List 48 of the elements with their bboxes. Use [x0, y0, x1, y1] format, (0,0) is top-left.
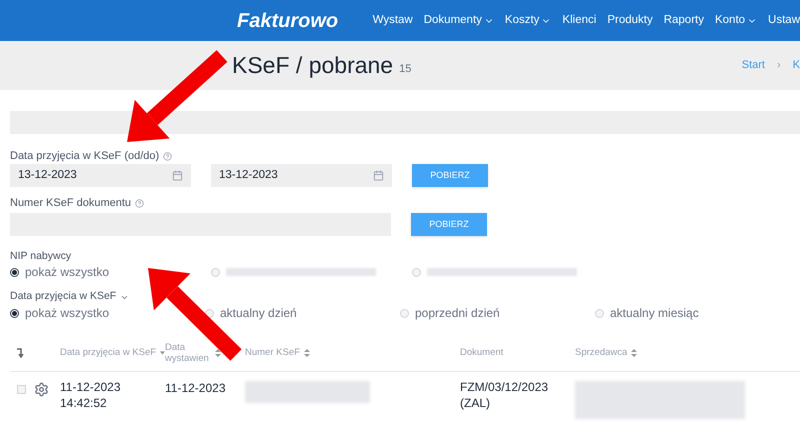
row-checkbox[interactable] [17, 385, 26, 394]
field-label: Numer KSeF dokumentu [10, 196, 132, 211]
sort-icon[interactable] [304, 349, 310, 357]
column-header[interactable]: Numer KSeF [245, 346, 300, 360]
column-header[interactable]: Sprzedawca [575, 346, 628, 360]
filter-label: Data przyjęcia w KSeF [10, 289, 116, 304]
sort-descending-icon[interactable] [160, 351, 165, 355]
fetch-button[interactable]: POBIERZ [412, 164, 488, 187]
column-header[interactable]: Dokument [460, 346, 504, 360]
breadcrumb-link[interactable]: Start [742, 57, 765, 74]
nav-menu-item[interactable]: Dokumenty [424, 12, 494, 30]
radio-label: aktualny miesiąc [610, 305, 699, 322]
fetch-button[interactable]: POBIERZ [411, 213, 487, 236]
breadcrumb-separator: › [776, 58, 781, 74]
calendar-icon [172, 170, 183, 181]
nav-menu-item[interactable]: Wystaw [372, 12, 413, 30]
table-cell-text: FZM/03/12/2023 (ZAL) [460, 379, 550, 411]
sort-icon[interactable] [631, 349, 638, 357]
settings-icon[interactable] [34, 382, 49, 397]
logo[interactable]: Fakturowo [237, 6, 373, 36]
table-cell: 11-12-2023 [165, 381, 226, 395]
page-title: KSeF / pobrane [232, 51, 394, 80]
nav-menu-item[interactable]: Produkty [607, 12, 653, 30]
table-cell-text: 11-12-2023 14:42:52 [60, 379, 122, 411]
date-field[interactable]: 13-12-2023 [10, 164, 191, 187]
radio-label: aktualny dzień [220, 305, 297, 322]
nav-menu-item[interactable]: Konto [714, 12, 758, 30]
calendar-icon [373, 170, 384, 181]
help-icon[interactable] [135, 198, 144, 208]
help-icon[interactable] [163, 152, 172, 160]
sort-icon[interactable] [215, 349, 221, 357]
radio-label: poprzedni dzień [415, 305, 500, 322]
radio-label: pokaż wszystko [25, 264, 110, 281]
date-field[interactable]: 13-12-2023 [211, 164, 392, 187]
radio-button[interactable] [10, 268, 19, 276]
breadcrumb-link[interactable]: K [792, 57, 800, 74]
column-header[interactable]: Data przyjęcia w KSeF [60, 346, 156, 360]
nav-menu-item[interactable]: Raporty [664, 12, 704, 30]
radio-label: pokaż wszystko [25, 305, 110, 322]
nav-menu-item[interactable]: Ustaw [768, 12, 800, 30]
filter-label: NIP nabywcy [10, 249, 72, 263]
document-count: 15 [399, 62, 412, 78]
column-header[interactable]: Data wystawien [165, 342, 211, 364]
sort-arrow-icon[interactable] [16, 348, 24, 358]
nav-menu-item[interactable]: Koszty [504, 12, 552, 30]
field-label: Data przyjęcia w KSeF (od/do) [10, 148, 160, 164]
nav-menu-item[interactable]: Klienci [562, 12, 596, 30]
radio-button[interactable] [10, 308, 19, 318]
